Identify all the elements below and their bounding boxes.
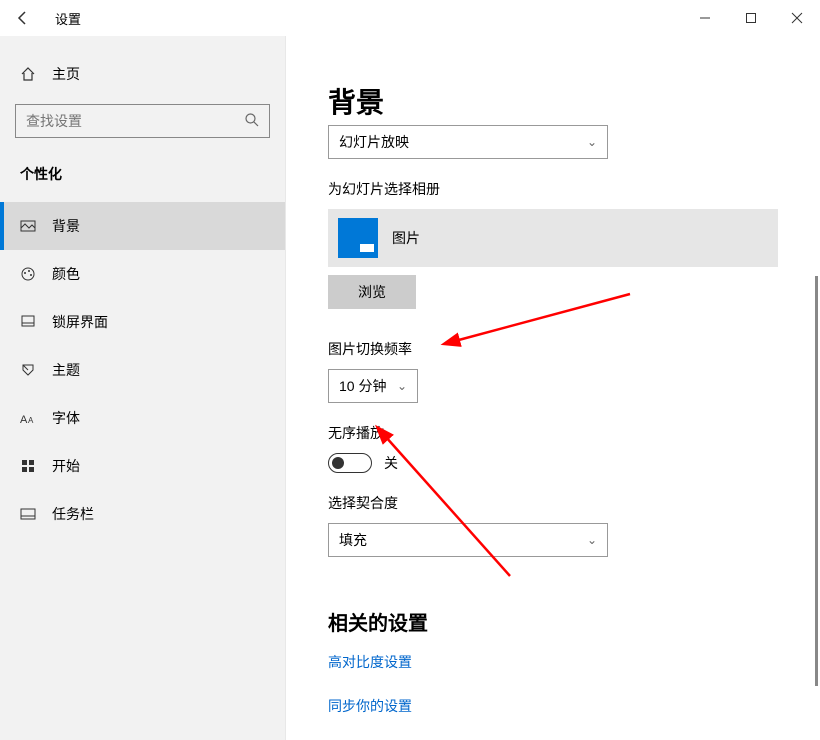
sidebar-item-label: 任务栏 [52,504,94,524]
sidebar-item-label: 主题 [52,360,80,380]
start-icon [20,458,40,474]
sidebar-item-label: 开始 [52,456,80,476]
back-button[interactable] [0,0,45,36]
font-icon: AA [20,411,40,425]
dropdown-value: 10 分钟 [339,376,386,396]
sidebar-item-colors[interactable]: 颜色 [0,250,285,298]
interval-label: 图片切换频率 [328,339,778,359]
search-input[interactable] [15,104,270,138]
album-selection[interactable]: 图片 [328,209,778,267]
minimize-button[interactable] [682,0,728,36]
category-label: 个性化 [0,156,285,202]
window-title: 设置 [55,9,81,28]
theme-icon [20,362,40,378]
interval-dropdown[interactable]: 10 分钟 ⌄ [328,369,418,403]
album-thumbnail [338,218,378,258]
sidebar: 主页 个性化 背景 颜色 锁屏界面 [0,36,286,740]
background-mode-dropdown[interactable]: 幻灯片放映 ⌄ [328,125,608,159]
sidebar-item-label: 锁屏界面 [52,312,108,332]
chevron-down-icon: ⌄ [587,135,597,149]
shuffle-toggle[interactable] [328,453,372,473]
dropdown-value: 填充 [339,530,367,550]
search-icon [244,112,260,133]
sidebar-item-label: 颜色 [52,264,80,284]
page-title: 背景 [286,36,820,131]
sidebar-item-fonts[interactable]: AA 字体 [0,394,285,442]
chevron-down-icon: ⌄ [397,379,407,393]
home-icon [20,66,40,82]
lockscreen-icon [20,314,40,330]
album-name: 图片 [392,228,420,248]
fit-label: 选择契合度 [328,493,778,513]
sync-settings-link[interactable]: 同步你的设置 [328,696,778,716]
taskbar-icon [20,506,40,522]
related-settings-title: 相关的设置 [328,607,778,636]
sidebar-item-background[interactable]: 背景 [0,202,285,250]
chevron-down-icon: ⌄ [587,533,597,547]
shuffle-label: 无序播放 [328,423,778,443]
sidebar-item-label: 字体 [52,408,80,428]
home-nav[interactable]: 主页 [0,54,285,94]
browse-button[interactable]: 浏览 [328,275,416,309]
close-button[interactable] [774,0,820,36]
palette-icon [20,266,40,282]
sidebar-item-themes[interactable]: 主题 [0,346,285,394]
high-contrast-link[interactable]: 高对比度设置 [328,652,778,672]
picture-icon [20,218,40,234]
dropdown-value: 幻灯片放映 [339,132,409,152]
svg-text:A: A [20,414,28,425]
scrollbar[interactable] [815,276,818,686]
album-section-label: 为幻灯片选择相册 [328,179,778,199]
toggle-knob [332,457,344,469]
main-content: 背景 幻灯片放映 ⌄ 为幻灯片选择相册 图片 浏览 图片切换频率 10 分钟 [286,36,820,740]
sidebar-item-start[interactable]: 开始 [0,442,285,490]
shuffle-state: 关 [384,453,398,473]
sidebar-item-label: 背景 [52,216,80,236]
home-label: 主页 [52,64,80,84]
maximize-button[interactable] [728,0,774,36]
svg-text:A: A [28,416,34,425]
sidebar-item-lockscreen[interactable]: 锁屏界面 [0,298,285,346]
fit-dropdown[interactable]: 填充 ⌄ [328,523,608,557]
sidebar-item-taskbar[interactable]: 任务栏 [0,490,285,538]
